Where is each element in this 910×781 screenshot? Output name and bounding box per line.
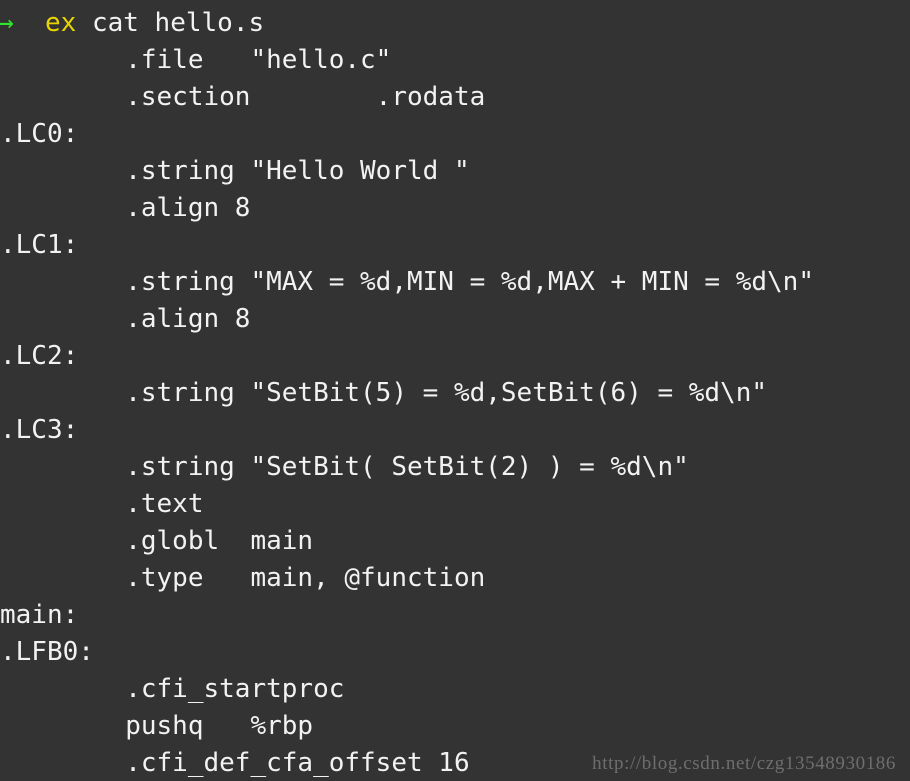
output-line-text: .string "SetBit(5) = %d,SetBit(6) = %d\n… <box>0 378 768 408</box>
output-line: .cfi_startproc <box>0 671 910 708</box>
output-line: .file "hello.c" <box>0 42 910 79</box>
output-line: main: <box>0 597 910 634</box>
output-line: .text <box>0 486 910 523</box>
prompt-arrow-icon: → <box>0 8 14 38</box>
output-line-text: .string "MAX = %d,MIN = %d,MAX + MIN = %… <box>0 267 814 297</box>
output-line-text: .LC0: <box>0 119 79 149</box>
output-line: .LC0: <box>0 116 910 153</box>
output-line: .align 8 <box>0 190 910 227</box>
output-line: .align 8 <box>0 301 910 338</box>
output-line-text: .align 8 <box>0 193 251 223</box>
terminal-window[interactable]: → ex cat hello.s .file "hello.c" .sectio… <box>0 0 910 781</box>
output-line: .LC3: <box>0 412 910 449</box>
watermark-url: http://blog.csdn.net/czg13548930186 <box>592 753 896 774</box>
output-line-text: .string "SetBit( SetBit(2) ) = %d\n" <box>0 452 689 482</box>
output-line: .string "SetBit(5) = %d,SetBit(6) = %d\n… <box>0 375 910 412</box>
output-line: pushq %rbp <box>0 708 910 745</box>
output-line: .LC1: <box>0 227 910 264</box>
output-line-text: main: <box>0 600 79 630</box>
output-line: .globl main <box>0 523 910 560</box>
output-line: .type main, @function <box>0 560 910 597</box>
output-line-text: .cfi_startproc <box>0 674 345 704</box>
output-line-text: pushq %rbp <box>0 711 314 741</box>
output-line-text: .cfi_def_cfa_offset 16 <box>0 748 470 778</box>
output-line-text: .LC2: <box>0 341 79 371</box>
output-line-text: .type main, @function <box>0 563 486 593</box>
output-line: .LFB0: <box>0 634 910 671</box>
output-line-text: .LC3: <box>0 415 79 445</box>
output-line-text: .file "hello.c" <box>0 45 392 75</box>
output-line-text: .text <box>0 489 204 519</box>
shell-prompt-line: → ex cat hello.s <box>0 5 910 42</box>
output-line: .section .rodata <box>0 79 910 116</box>
output-line-text: .globl main <box>0 526 314 556</box>
prompt-spacer-2 <box>76 8 92 38</box>
terminal-output-area[interactable]: → ex cat hello.s .file "hello.c" .sectio… <box>0 5 910 781</box>
output-line-text: .align 8 <box>0 304 251 334</box>
output-line: .string "MAX = %d,MIN = %d,MAX + MIN = %… <box>0 264 910 301</box>
prompt-spacer-1 <box>14 8 45 38</box>
typed-command: cat hello.s <box>91 8 265 38</box>
output-line: .LC2: <box>0 338 910 375</box>
output-line-text: .string "Hello World " <box>0 156 470 186</box>
prompt-context-label: ex <box>44 8 77 38</box>
output-line-text: .LC1: <box>0 230 79 260</box>
output-line-text: .section .rodata <box>0 82 486 112</box>
output-line: .string "Hello World " <box>0 153 910 190</box>
output-line-text: .LFB0: <box>0 637 94 667</box>
output-line: .string "SetBit( SetBit(2) ) = %d\n" <box>0 449 910 486</box>
